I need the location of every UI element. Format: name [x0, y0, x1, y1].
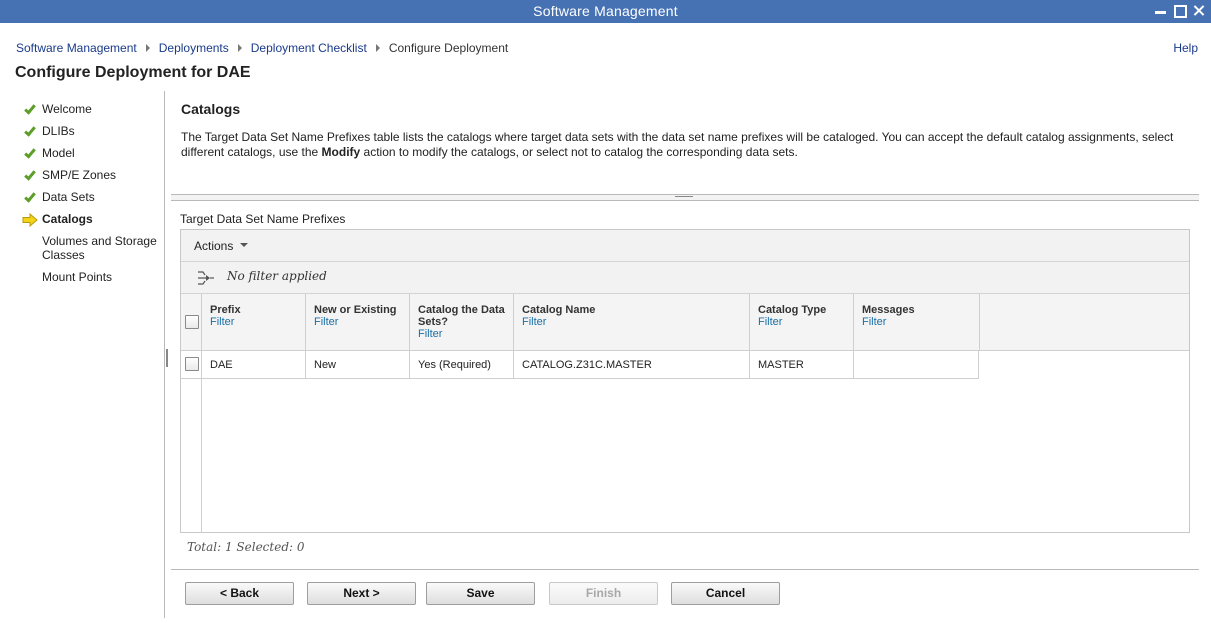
step-welcome[interactable]: Welcome [22, 102, 162, 124]
filter-icon[interactable] [197, 270, 214, 286]
description-modify-keyword: Modify [321, 145, 361, 159]
breadcrumb-separator-icon [237, 44, 242, 52]
breadcrumb-deployments[interactable]: Deployments [159, 41, 229, 55]
breadcrumb: Software Management Deployments Deployme… [16, 41, 508, 55]
breadcrumb-deployment-checklist[interactable]: Deployment Checklist [251, 41, 367, 55]
step-volumes-storage-classes[interactable]: Volumes and Storage Classes [22, 234, 162, 270]
steps-nav: Welcome DLIBs Model SMP/E Zones Data Set… [22, 102, 162, 292]
step-data-sets[interactable]: Data Sets [22, 190, 162, 212]
column-header-catalog-name[interactable]: Catalog Name Filter [514, 294, 750, 350]
table-actions-bar: Actions [181, 230, 1189, 262]
header-select-cell [181, 294, 202, 350]
page-title: Configure Deployment for DAE [15, 64, 251, 81]
chevron-down-icon [240, 242, 249, 247]
section-heading: Catalogs [181, 101, 241, 117]
save-button[interactable]: Save [426, 582, 535, 605]
column-title: Prefix [210, 304, 241, 316]
select-column-line [201, 294, 202, 533]
column-header-catalog-type[interactable]: Catalog Type Filter [750, 294, 854, 350]
back-button[interactable]: < Back [185, 582, 294, 605]
column-title: New or Existing [314, 304, 397, 316]
step-catalogs[interactable]: Catalogs [22, 212, 162, 234]
section-description: The Target Data Set Name Prefixes table … [181, 130, 1191, 160]
step-label: Volumes and Storage Classes [42, 234, 157, 262]
maximize-icon[interactable] [1173, 3, 1187, 18]
cell-new-or-existing: New [306, 351, 410, 378]
table-row[interactable]: DAE New Yes (Required) CATALOG.Z31C.MAST… [181, 351, 979, 379]
column-filter-link[interactable]: Filter [210, 316, 297, 328]
footer-divider [171, 569, 1199, 570]
row-checkbox[interactable] [185, 357, 199, 371]
splitter-grip-icon [675, 196, 693, 198]
description-text: action to modify the catalogs, or select… [360, 145, 798, 159]
step-label: Mount Points [42, 270, 113, 284]
step-label: Welcome [42, 102, 92, 116]
checkmark-icon [22, 146, 38, 161]
vertical-splitter-handle[interactable] [166, 349, 168, 367]
actions-menu-button[interactable]: Actions [194, 239, 249, 253]
step-mount-points[interactable]: Mount Points [22, 270, 162, 292]
next-button[interactable]: Next > [307, 582, 416, 605]
step-label: Data Sets [42, 190, 95, 204]
actions-label: Actions [194, 239, 234, 253]
table-header-row: Prefix Filter New or Existing Filter Cat… [181, 294, 1189, 351]
window-titlebar: Software Management [0, 0, 1211, 23]
column-filter-link[interactable]: Filter [862, 316, 971, 328]
cell-catalog-data-sets: Yes (Required) [410, 351, 514, 378]
prefixes-table: Actions No filter applied Prefix Filter … [180, 229, 1190, 533]
column-header-messages[interactable]: Messages Filter [854, 294, 980, 350]
column-title: Catalog the Data Sets? [418, 304, 505, 328]
cell-messages [854, 351, 979, 378]
step-label: SMP/E Zones [42, 168, 117, 182]
row-select-cell [181, 351, 202, 378]
horizontal-splitter[interactable] [171, 194, 1199, 201]
cancel-button[interactable]: Cancel [671, 582, 780, 605]
close-icon[interactable] [1192, 3, 1205, 18]
step-model[interactable]: Model [22, 146, 162, 168]
table-caption: Target Data Set Name Prefixes [180, 212, 346, 226]
column-title: Messages [862, 304, 915, 316]
finish-button: Finish [549, 582, 658, 605]
filter-status: No filter applied [227, 269, 327, 283]
cell-prefix: DAE [202, 351, 306, 378]
table-summary: Total: 1 Selected: 0 [187, 540, 305, 554]
column-filter-link[interactable]: Filter [758, 316, 845, 328]
step-label: DLIBs [42, 124, 75, 138]
step-label: Model [42, 146, 75, 160]
column-filter-link[interactable]: Filter [314, 316, 401, 328]
breadcrumb-software-management[interactable]: Software Management [16, 41, 137, 55]
checkmark-icon [22, 102, 38, 117]
column-header-catalog-the-data-sets[interactable]: Catalog the Data Sets? Filter [410, 294, 514, 350]
filter-bar: No filter applied [181, 262, 1189, 294]
column-title: Catalog Name [522, 304, 596, 316]
checkmark-icon [22, 190, 38, 205]
step-label: Catalogs [42, 212, 93, 226]
nav-divider [164, 91, 165, 618]
cell-catalog-type: MASTER [750, 351, 854, 378]
column-header-prefix[interactable]: Prefix Filter [202, 294, 306, 350]
cell-catalog-name: CATALOG.Z31C.MASTER [514, 351, 750, 378]
window-title: Software Management [533, 3, 678, 19]
column-header-new-or-existing[interactable]: New or Existing Filter [306, 294, 410, 350]
breadcrumb-separator-icon [375, 44, 380, 52]
step-dlibs[interactable]: DLIBs [22, 124, 162, 146]
arrow-right-icon [22, 212, 38, 228]
checkmark-icon [22, 124, 38, 139]
breadcrumb-current: Configure Deployment [388, 41, 509, 55]
help-link[interactable]: Help [1173, 41, 1198, 55]
checkmark-icon [22, 168, 38, 183]
select-all-checkbox[interactable] [185, 315, 199, 329]
column-title: Catalog Type [758, 304, 827, 316]
column-filter-link[interactable]: Filter [522, 316, 741, 328]
column-filter-link[interactable]: Filter [418, 328, 505, 340]
breadcrumb-separator-icon [145, 44, 150, 52]
minimize-icon[interactable] [1154, 3, 1167, 18]
window-controls [1154, 3, 1205, 18]
step-smpe-zones[interactable]: SMP/E Zones [22, 168, 162, 190]
